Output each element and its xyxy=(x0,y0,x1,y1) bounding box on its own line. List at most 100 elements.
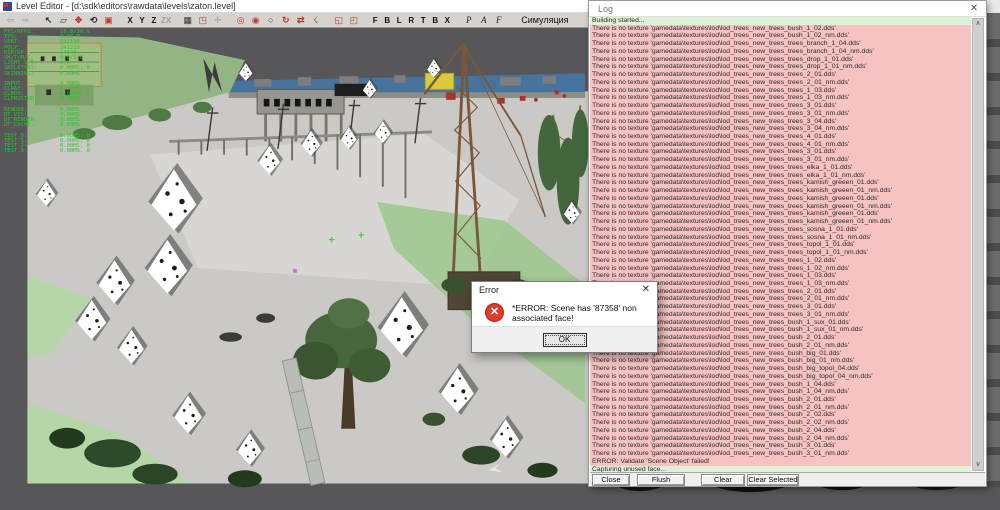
moveto-snap-icon[interactable]: ⇄ xyxy=(294,14,307,27)
attach-snap-icon[interactable]: ☇ xyxy=(309,14,322,27)
log-line[interactable]: There is no texture 'gamedata\textures\l… xyxy=(590,380,971,389)
log-line[interactable]: There is no texture 'gamedata\textures\l… xyxy=(590,163,971,172)
ok-button[interactable]: OK xyxy=(542,332,587,347)
axis-x-button[interactable]: X xyxy=(125,14,135,27)
log-line[interactable]: There is no texture 'gamedata\textures\l… xyxy=(590,249,971,257)
log-scrollbar[interactable]: ∧ ∨ xyxy=(972,18,984,471)
zoom-selected-icon[interactable]: ◰ xyxy=(347,14,360,27)
log-line[interactable]: There is no texture 'gamedata\textures\l… xyxy=(590,71,971,79)
rotate-tool-icon[interactable]: ⟲ xyxy=(87,14,100,27)
osnap-icon[interactable]: ○ xyxy=(264,14,277,27)
log-line[interactable]: ERROR: Validate 'Scene Object' failed! xyxy=(590,457,971,466)
log-line[interactable]: There is no texture 'gamedata\textures\l… xyxy=(590,218,971,226)
error-dialog-title-bar[interactable]: Error ✕ xyxy=(472,282,657,297)
log-line[interactable]: There is no texture 'gamedata\textures\l… xyxy=(590,148,971,157)
error-dialog: Error ✕ ✕ *ERROR: Scene has '87358' non … xyxy=(471,281,658,353)
log-line[interactable]: There is no texture 'gamedata\textures\l… xyxy=(590,225,971,234)
view-top-button[interactable]: T xyxy=(418,14,428,27)
log-line[interactable]: There is no texture 'gamedata\textures\l… xyxy=(590,78,971,87)
log-line[interactable]: There is no texture 'gamedata\textures\l… xyxy=(590,202,971,211)
scale-tool-icon[interactable]: ▣ xyxy=(102,14,115,27)
log-line[interactable]: There is no texture 'gamedata\textures\l… xyxy=(590,210,971,219)
log-message-list: Building started... There is no texture '… xyxy=(590,17,971,472)
app-icon xyxy=(3,1,12,11)
log-line[interactable]: There is no texture 'gamedata\textures\l… xyxy=(590,372,971,381)
log-line[interactable]: There is no texture 'gamedata\textures\l… xyxy=(590,395,971,404)
mode-a-button[interactable]: A xyxy=(477,14,490,27)
log-window-title: Log xyxy=(598,3,614,14)
log-line[interactable]: There is no texture 'gamedata\textures\l… xyxy=(590,426,971,435)
axis-y-button[interactable]: Y xyxy=(137,14,147,27)
view-front-button[interactable]: F xyxy=(370,14,380,27)
log-line[interactable]: There is no texture 'gamedata\textures\l… xyxy=(590,411,971,420)
redo-arrow-icon[interactable]: ⇨ xyxy=(19,14,32,27)
log-button-clear[interactable]: Clear xyxy=(701,473,745,486)
log-button-flush[interactable]: Flush xyxy=(637,473,685,486)
log-line[interactable]: There is no texture 'gamedata\textures\l… xyxy=(590,403,971,412)
log-line[interactable]: There is no texture 'gamedata\textures\l… xyxy=(590,241,971,250)
log-line[interactable]: There is no texture 'gamedata\textures\l… xyxy=(590,179,971,188)
axis-zx-button[interactable]: ZX xyxy=(161,14,171,27)
view-right-button[interactable]: R xyxy=(406,14,416,27)
angle-snap-icon[interactable]: ◉ xyxy=(249,14,262,27)
view-axon-button[interactable]: X xyxy=(442,14,452,27)
log-line[interactable]: There is no texture 'gamedata\textures\l… xyxy=(590,264,971,273)
log-line[interactable]: There is no texture 'gamedata\textures\l… xyxy=(590,125,971,134)
log-line[interactable]: There is no texture 'gamedata\textures\l… xyxy=(590,194,971,203)
log-line[interactable]: There is no texture 'gamedata\textures\l… xyxy=(590,55,971,64)
log-line[interactable]: There is no texture 'gamedata\textures\l… xyxy=(590,140,971,149)
select-tool-icon[interactable]: ↖ xyxy=(42,14,55,27)
log-line[interactable]: There is no texture 'gamedata\textures\l… xyxy=(590,256,971,265)
right-panel-strip[interactable] xyxy=(987,13,1000,487)
snap-center-icon[interactable]: ✛ xyxy=(211,14,224,27)
snap-grid-icon[interactable]: ▦ xyxy=(181,14,194,27)
log-line[interactable]: There is no texture 'gamedata\textures\l… xyxy=(590,450,971,458)
close-icon[interactable]: ✕ xyxy=(642,284,650,295)
log-line[interactable]: There is no texture 'gamedata\textures\l… xyxy=(590,47,971,56)
log-line[interactable]: There is no texture 'gamedata\textures\l… xyxy=(590,388,971,396)
log-line[interactable]: There is no texture 'gamedata\textures\l… xyxy=(590,32,971,41)
view-bottom-button[interactable]: B xyxy=(430,14,440,27)
log-line[interactable]: There is no texture 'gamedata\textures\l… xyxy=(590,24,971,33)
log-line[interactable]: Building started... xyxy=(590,17,971,25)
scroll-down-icon[interactable]: ∨ xyxy=(973,460,983,470)
log-line[interactable]: There is no texture 'gamedata\textures\l… xyxy=(590,434,971,443)
log-line[interactable]: There is no texture 'gamedata\textures\l… xyxy=(590,109,971,118)
log-line[interactable]: There is no texture 'gamedata\textures\l… xyxy=(590,117,971,126)
add-object-tool-icon[interactable]: ▱ xyxy=(57,14,70,27)
log-line[interactable]: There is no texture 'gamedata\textures\l… xyxy=(590,187,971,195)
log-line[interactable]: There is no texture 'gamedata\textures\l… xyxy=(590,357,971,366)
log-line[interactable]: There is no texture 'gamedata\textures\l… xyxy=(590,233,971,242)
log-line[interactable]: There is no texture 'gamedata\textures\l… xyxy=(590,133,971,141)
axis-z-button[interactable]: Z xyxy=(149,14,159,27)
close-icon[interactable]: ✕ xyxy=(967,3,981,14)
log-button-close[interactable]: Close xyxy=(592,473,630,486)
snap-object-icon[interactable]: ◳ xyxy=(196,14,209,27)
mode-f-button[interactable]: F xyxy=(492,14,505,27)
mode-p-button[interactable]: P xyxy=(462,14,475,27)
simulation-button[interactable]: Симуляция xyxy=(515,14,574,27)
view-left-button[interactable]: L xyxy=(394,14,404,27)
log-line[interactable]: There is no texture 'gamedata\textures\l… xyxy=(590,102,971,110)
move-tool-icon[interactable]: ✥ xyxy=(72,14,85,27)
log-line[interactable]: There is no texture 'gamedata\textures\l… xyxy=(590,419,971,427)
log-line[interactable]: There is no texture 'gamedata\textures\l… xyxy=(590,94,971,103)
log-line[interactable]: There is no texture 'gamedata\textures\l… xyxy=(590,171,971,180)
snap-toggle-icon[interactable]: ◎ xyxy=(234,14,247,27)
log-line[interactable]: There is no texture 'gamedata\textures\l… xyxy=(590,442,971,451)
stat-line: CLFRUSTUM: 0.00MS xyxy=(4,96,80,103)
log-title-bar[interactable]: Log ✕ xyxy=(589,1,986,17)
scroll-up-icon[interactable]: ∧ xyxy=(973,19,983,29)
view-back-button[interactable]: B xyxy=(382,14,392,27)
log-line[interactable]: There is no texture 'gamedata\textures\l… xyxy=(590,365,971,373)
rotate-snap-icon[interactable]: ↻ xyxy=(279,14,292,27)
undo-arrow-icon[interactable]: ⇦ xyxy=(4,14,17,27)
log-line[interactable]: There is no texture 'gamedata\textures\l… xyxy=(590,86,971,95)
log-button-clear-selected[interactable]: Clear Selected xyxy=(747,473,799,486)
zoom-extents-icon[interactable]: ◱ xyxy=(332,14,345,27)
log-line[interactable]: There is no texture 'gamedata\textures\l… xyxy=(590,40,971,48)
log-line[interactable]: There is no texture 'gamedata\textures\l… xyxy=(590,272,971,280)
log-line[interactable]: There is no texture 'gamedata\textures\l… xyxy=(590,63,971,72)
log-line[interactable]: There is no texture 'gamedata\textures\l… xyxy=(590,156,971,164)
stats-overlay: FPS/RFPS: 16.8/30.9 TPS: 0.00 M VERT: 692100 P… xyxy=(4,29,90,155)
